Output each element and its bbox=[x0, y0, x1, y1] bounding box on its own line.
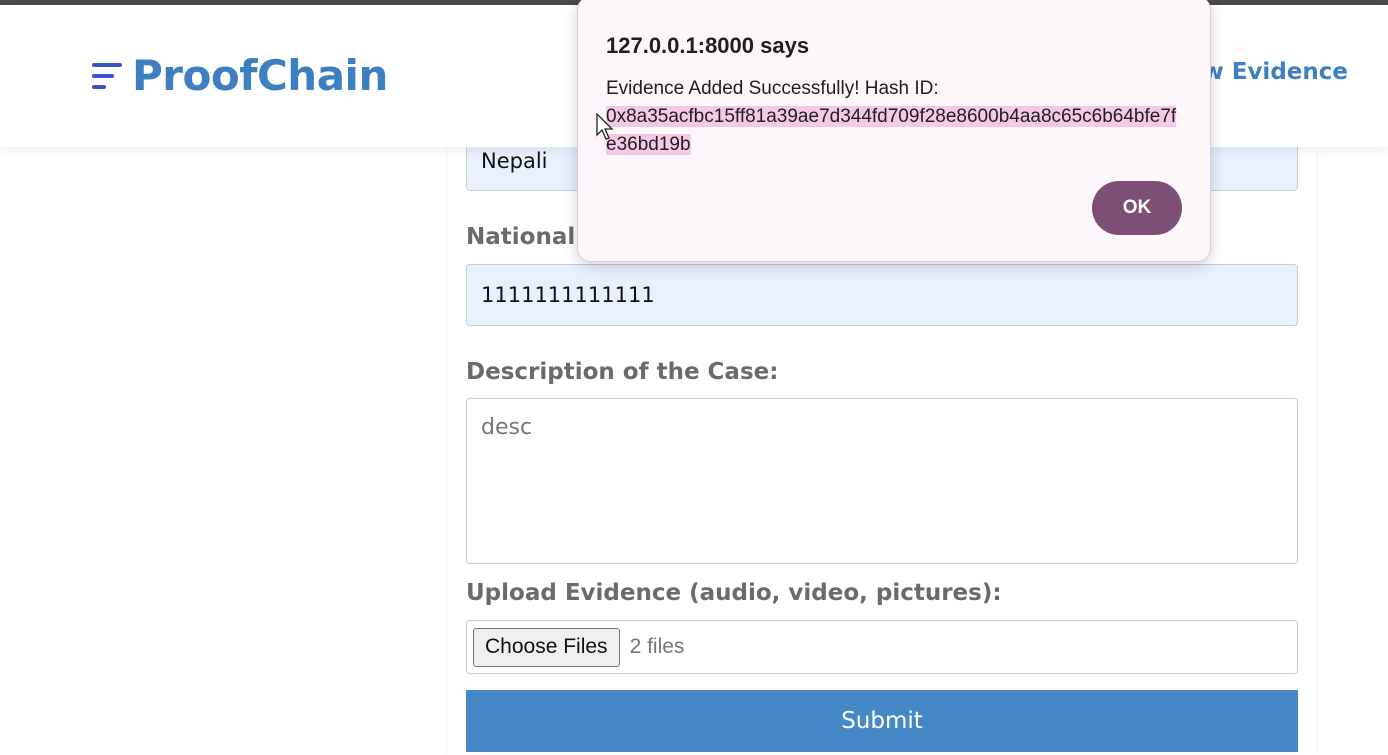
file-upload-input[interactable]: Choose Files 2 files bbox=[466, 620, 1298, 674]
description-label: Description of the Case: bbox=[466, 359, 779, 385]
national-id-input[interactable]: 1111111111111 bbox=[466, 264, 1298, 326]
ok-button[interactable]: OK bbox=[1092, 181, 1182, 235]
alert-dialog: 127.0.0.1:8000 says Evidence Added Succe… bbox=[577, 0, 1211, 262]
hash-highlight: 0x8a35acfbc15ff81a39ae7d344fd709f28e8600… bbox=[606, 106, 1177, 155]
dialog-message-text: Evidence Added Successfully! Hash ID: bbox=[606, 78, 939, 99]
mouse-cursor-icon bbox=[596, 113, 614, 140]
choose-files-button[interactable]: Choose Files bbox=[473, 627, 620, 667]
brand-logo[interactable]: ProofChain bbox=[90, 50, 388, 100]
upload-evidence-label: Upload Evidence (audio, video, pictures)… bbox=[466, 580, 1002, 606]
dialog-hash-id: 0x8a35acfbc15ff81a39ae7d344fd709f28e8600… bbox=[606, 103, 1186, 159]
menu-lines-icon bbox=[90, 55, 122, 95]
dialog-message: Evidence Added Successfully! Hash ID: 0x… bbox=[606, 75, 1186, 159]
file-status-text: 2 files bbox=[629, 635, 685, 658]
description-textarea[interactable]: desc bbox=[466, 398, 1298, 564]
dialog-title: 127.0.0.1:8000 says bbox=[606, 33, 810, 58]
submit-button[interactable]: Submit bbox=[466, 690, 1298, 752]
brand-name: ProofChain bbox=[132, 50, 388, 100]
